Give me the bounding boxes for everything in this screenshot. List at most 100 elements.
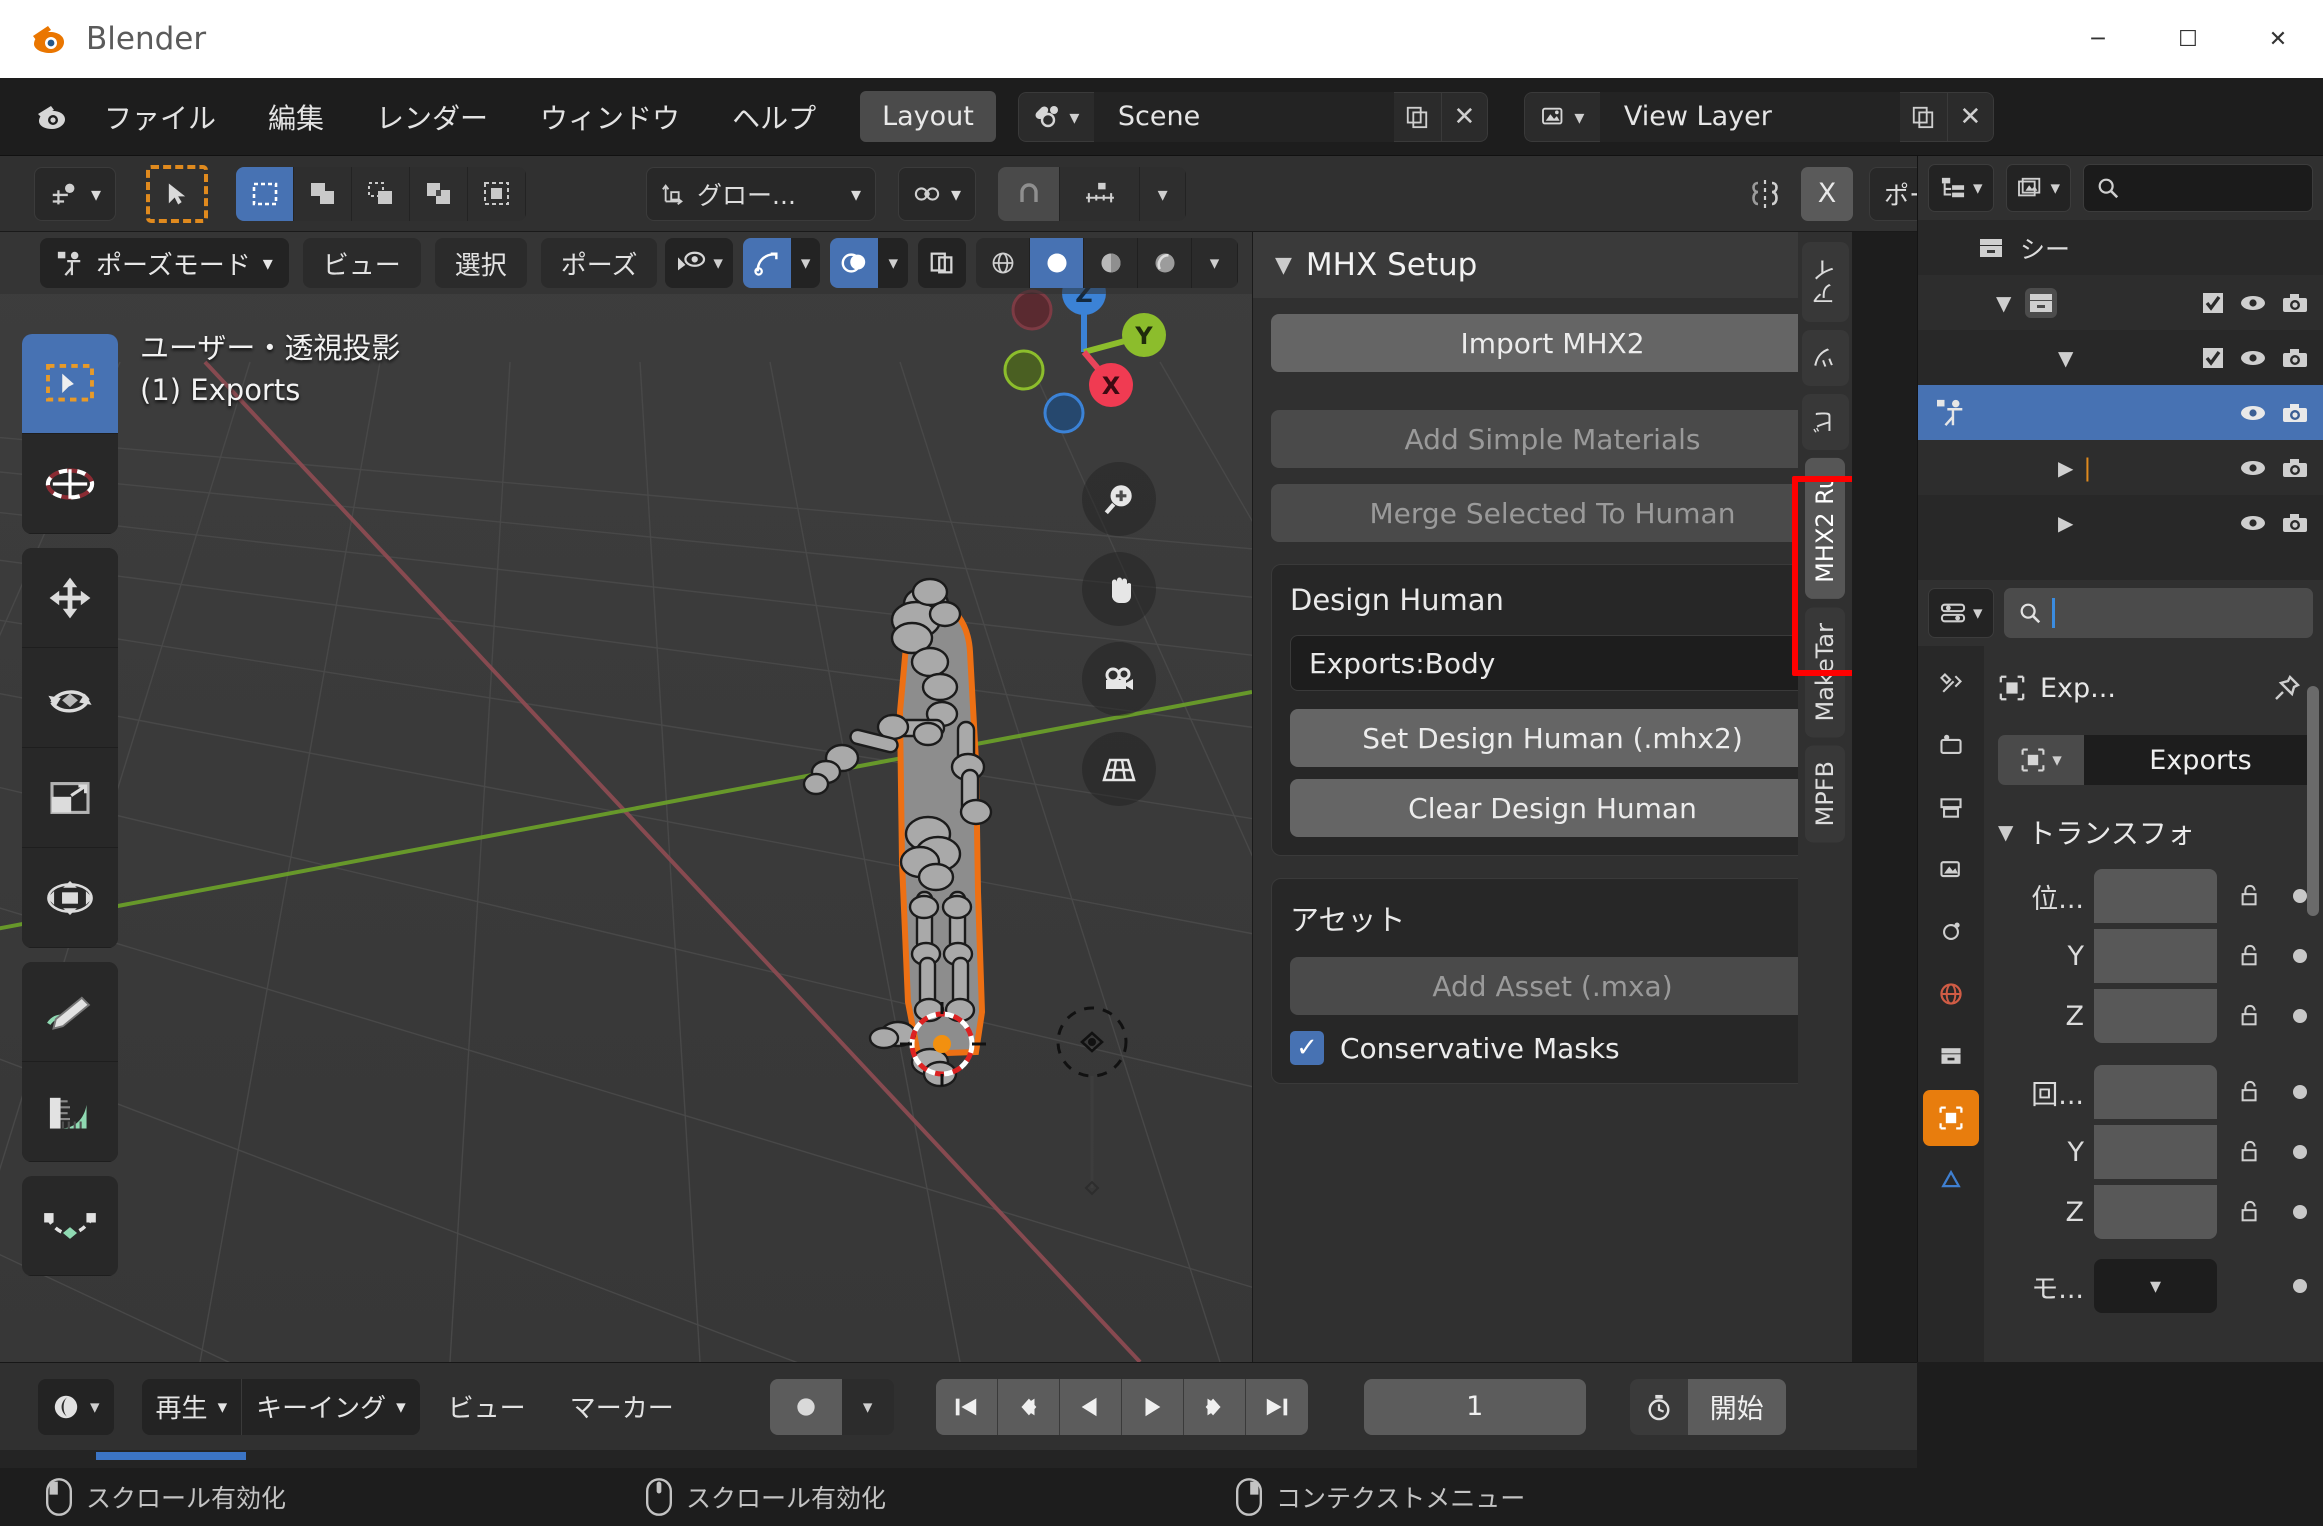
shading-mode-group[interactable]: ▾ xyxy=(976,238,1238,288)
timeline-editor[interactable]: ▾ 再生 ▾ キーイング ▾ ビュー マーカー ▾ 1 開始 xyxy=(0,1362,1917,1450)
magnet-icon[interactable] xyxy=(998,166,1061,221)
checkbox-icon[interactable] xyxy=(2201,291,2225,315)
blender-menu-icon[interactable] xyxy=(34,98,72,136)
scene-name[interactable]: Scene xyxy=(1093,91,1394,142)
tweak-select-tool[interactable] xyxy=(22,334,118,434)
view-layer-name[interactable]: View Layer xyxy=(1599,91,1900,142)
timeline-menu-marker[interactable]: マーカー xyxy=(554,1380,690,1433)
close-scene-icon[interactable]: ✕ xyxy=(1441,91,1488,142)
value-slider[interactable] xyxy=(2094,989,2217,1043)
object-icon[interactable] xyxy=(1923,1090,1979,1146)
shading-solid[interactable] xyxy=(1030,238,1084,288)
scale-tool[interactable] xyxy=(22,748,118,848)
animate-dot[interactable] xyxy=(2283,1009,2317,1023)
outliner-search-input[interactable] xyxy=(2083,164,2313,212)
curve-tool[interactable] xyxy=(22,1176,118,1276)
rotate-tool[interactable] xyxy=(22,648,118,748)
unlock-icon[interactable] xyxy=(2227,944,2273,968)
proportional-edit-icon[interactable] xyxy=(1745,177,1785,211)
unlock-icon[interactable] xyxy=(2227,1004,2273,1028)
set-design-human-button[interactable]: Set Design Human (.mhx2) xyxy=(1290,709,1815,767)
object-visibility-icon[interactable]: ▾ xyxy=(665,238,733,288)
select-mode-invert[interactable] xyxy=(410,166,469,221)
add-simple-materials-button[interactable]: Add Simple Materials xyxy=(1271,410,1834,468)
timeline-menu-view[interactable]: ビュー xyxy=(432,1380,542,1433)
auto-keying-icon[interactable] xyxy=(769,1378,842,1435)
npanel-category-tabs[interactable]: アイ ツ ビ MHX2 Ru MakeTar MPFB xyxy=(1798,232,1852,1362)
maximize-button[interactable]: ☐ xyxy=(2143,0,2233,78)
view-layer-icon[interactable] xyxy=(1923,842,1979,898)
outliner-row-child-collection[interactable]: ▼ xyxy=(1918,330,2323,385)
playback-menu[interactable]: 再生 ▾ xyxy=(141,1378,243,1435)
menu-file[interactable]: ファイル xyxy=(84,91,236,143)
world-icon[interactable] xyxy=(1923,966,1979,1022)
outliner-editor[interactable]: ▾ ▾ シー ▼ ▼ ▶ | ▶ xyxy=(1917,156,2323,580)
value-slider[interactable] xyxy=(2094,1185,2217,1239)
annotate-tool[interactable] xyxy=(22,962,118,1062)
value-slider[interactable] xyxy=(2094,929,2217,983)
object-name-field[interactable]: Exports xyxy=(2084,735,2317,785)
gizmo-dropdown[interactable]: ▾ xyxy=(790,238,821,288)
overlays-dropdown[interactable]: ▾ xyxy=(878,238,908,288)
pan-hand-icon[interactable] xyxy=(1082,552,1156,626)
animate-dot[interactable] xyxy=(2283,1145,2317,1159)
shading-material-preview[interactable] xyxy=(1084,238,1138,288)
rotation-mode-dropdown[interactable]: ▾ xyxy=(2094,1259,2217,1313)
tweak-cursor-icon[interactable] xyxy=(146,164,209,223)
new-view-layer-icon[interactable] xyxy=(1899,91,1948,142)
cursor-tool[interactable] xyxy=(22,434,118,534)
viewport-menu-select[interactable]: 選択 xyxy=(434,238,527,288)
keying-menu[interactable]: キーイング ▾ xyxy=(242,1378,420,1435)
measure-tool[interactable] xyxy=(22,1062,118,1162)
transform-orientation-dropdown[interactable]: グロー... ▾ xyxy=(646,166,877,221)
properties-scrollbar[interactable] xyxy=(2307,686,2319,916)
jump-to-start-button[interactable] xyxy=(935,1378,998,1435)
output-icon[interactable] xyxy=(1923,780,1979,836)
transform-rotation-mode[interactable]: モ... ▾ xyxy=(1998,1256,2317,1316)
eye-icon[interactable] xyxy=(2239,458,2267,478)
conservative-masks-checkbox[interactable]: ✓ xyxy=(1290,1031,1324,1065)
transform-location-z[interactable]: Z xyxy=(1998,986,2317,1046)
new-scene-icon[interactable] xyxy=(1393,91,1442,142)
merge-selected-to-human-button[interactable]: Merge Selected To Human xyxy=(1271,484,1834,542)
close-button[interactable]: ✕ xyxy=(2233,0,2323,78)
transform-location-x[interactable]: 位... xyxy=(1998,866,2317,926)
mhx-setup-header[interactable]: ▼ MHX Setup :::::::: xyxy=(1253,232,1852,298)
outliner-display-icon[interactable]: ▾ xyxy=(1928,164,1994,212)
prev-keyframe-button[interactable] xyxy=(997,1378,1060,1435)
timeline-editor-icon[interactable]: ▾ xyxy=(38,1378,114,1435)
triangle-down-icon[interactable]: ▼ xyxy=(1275,253,1292,278)
eye-icon[interactable] xyxy=(2239,348,2267,368)
tab-item-mhx2-runtime[interactable]: MHX2 Ru xyxy=(1805,458,1845,599)
menu-help[interactable]: ヘルプ xyxy=(712,91,836,143)
scene-icon[interactable] xyxy=(1923,904,1979,960)
camera-view-icon[interactable] xyxy=(1082,642,1156,716)
transform-rotation-y[interactable]: Y xyxy=(1998,1122,2317,1182)
menu-edit[interactable]: 編集 xyxy=(248,91,344,143)
outliner-row-child-2[interactable]: ▶ xyxy=(1918,495,2323,550)
outliner-row-scene[interactable]: シー xyxy=(1918,220,2323,275)
menu-render[interactable]: レンダー xyxy=(356,91,508,143)
gizmo-icon[interactable] xyxy=(742,238,791,288)
transport-controls[interactable] xyxy=(935,1378,1308,1435)
unlock-icon[interactable] xyxy=(2227,1140,2273,1164)
modifier-icon[interactable] xyxy=(1923,1152,1979,1208)
xmirror-toggle[interactable]: X xyxy=(1801,166,1853,221)
import-mhx2-button[interactable]: Import MHX2 xyxy=(1271,314,1834,372)
object-data-icon[interactable]: ▾ xyxy=(1998,735,2084,785)
armature-pose-figure[interactable] xyxy=(790,562,1070,1102)
object-selector[interactable]: ▾ Exports xyxy=(1998,732,2317,788)
minimize-button[interactable]: ─ xyxy=(2053,0,2143,78)
overlays-icon[interactable] xyxy=(830,238,879,288)
camera-icon[interactable] xyxy=(2281,457,2309,479)
viewport-menu-view[interactable]: ビュー xyxy=(302,238,421,288)
clear-design-human-button[interactable]: Clear Design Human xyxy=(1290,779,1815,837)
eye-icon[interactable] xyxy=(2239,293,2267,313)
tab-item-bi[interactable]: ビ xyxy=(1801,394,1849,450)
zoom-icon[interactable] xyxy=(1082,462,1156,536)
unlock-icon[interactable] xyxy=(2227,1200,2273,1224)
value-slider[interactable] xyxy=(2094,1125,2217,1179)
snap-group[interactable]: ▾ xyxy=(998,166,1187,221)
transform-section-header[interactable]: ▼ トランスフォ xyxy=(1998,798,2317,866)
mhx-setup-panel[interactable]: ▼ MHX Setup :::::::: Import MHX2 Add Sim… xyxy=(1252,232,1852,1362)
